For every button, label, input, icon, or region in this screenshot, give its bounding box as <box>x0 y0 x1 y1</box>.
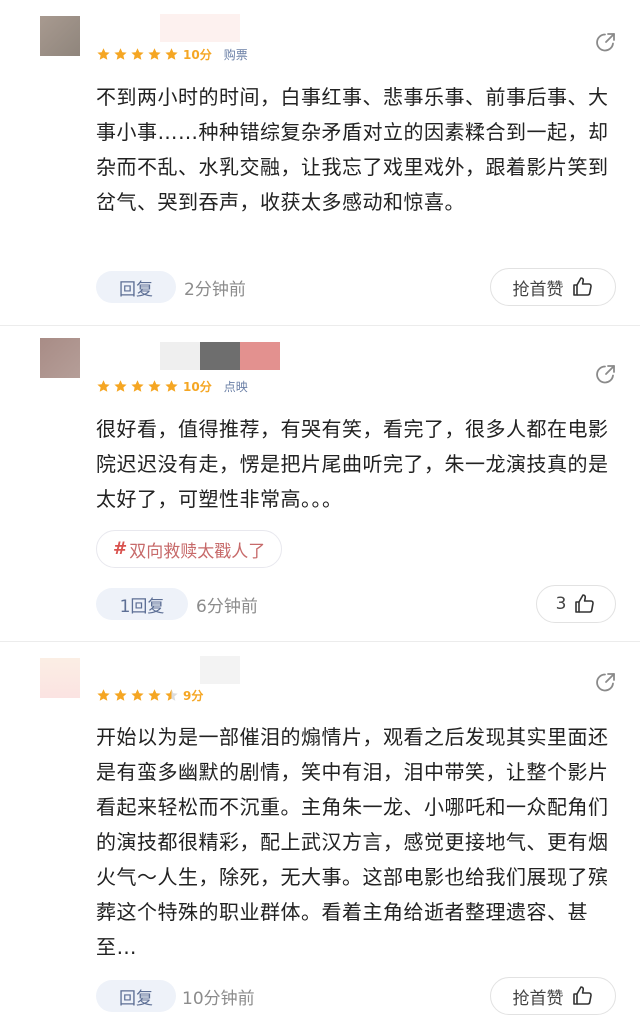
star-icon <box>131 688 144 701</box>
username-blurred[interactable] <box>200 656 240 684</box>
avatar[interactable] <box>40 16 80 56</box>
star-icon <box>148 379 161 392</box>
username-blurred[interactable] <box>160 14 240 42</box>
star-icon <box>148 47 161 60</box>
rating-row: 10分 点映 <box>96 376 248 396</box>
star-icon <box>97 379 110 392</box>
comment-time: 10分钟前 <box>182 988 255 1009</box>
reply-button[interactable]: 回复 <box>96 271 176 303</box>
rating-row: 9分 <box>96 685 203 705</box>
score-label: 9分 <box>183 688 204 703</box>
avatar[interactable] <box>40 658 80 698</box>
topic-hashtag[interactable]: # 双向救赎太戳人了 <box>96 530 283 568</box>
like-button[interactable]: 抢首赞 <box>490 268 616 306</box>
star-icon <box>165 379 178 392</box>
share-icon[interactable] <box>594 362 618 386</box>
thumbs-up-icon <box>572 277 592 296</box>
like-label: 抢首赞 <box>512 279 564 300</box>
star-icon <box>114 379 127 392</box>
score-label: 10分 <box>183 47 212 62</box>
comment-text: 很好看，值得推荐，有哭有笑，看完了，很多人都在电影院迟迟没有走，愣是把片尾曲听完… <box>96 417 609 511</box>
comment-text: 不到两小时的时间，白事红事、悲事乐事、前事后事、大事小事……种种错综复杂矛盾对立… <box>96 85 609 214</box>
username-blurred[interactable] <box>160 342 280 370</box>
star-icon <box>148 688 161 701</box>
star-icon <box>97 688 110 701</box>
like-button[interactable]: 抢首赞 <box>490 977 616 1015</box>
score-label: 10分 <box>183 379 212 394</box>
comment-time: 6分钟前 <box>196 596 258 617</box>
star-rating <box>96 47 181 62</box>
reply-button[interactable]: 1回复 <box>96 588 188 620</box>
comment-time: 2分钟前 <box>184 279 246 300</box>
comment-card: 9分 开始以为是一部催泪的煽情片，观看之后发现其实里面还是有蛮多幽默的剧情，笑中… <box>0 642 640 1017</box>
comment-text: 开始以为是一部催泪的煽情片，观看之后发现其实里面还是有蛮多幽默的剧情，笑中有泪，… <box>96 725 609 959</box>
reply-button[interactable]: 回复 <box>96 980 176 1012</box>
star-icon <box>97 47 110 60</box>
share-icon[interactable] <box>594 30 618 54</box>
like-button[interactable]: 3 <box>536 585 616 623</box>
star-rating <box>96 379 181 394</box>
like-count: 3 <box>555 594 567 614</box>
comment-card: 10分 点映 很好看，值得推荐，有哭有笑，看完了，很多人都在电影院迟迟没有走，愣… <box>0 326 640 641</box>
thumbs-up-icon <box>575 594 595 613</box>
comment-card: 10分 购票 不到两小时的时间，白事红事、悲事乐事、前事后事、大事小事……种种错… <box>0 0 640 325</box>
star-rating <box>96 688 181 703</box>
avatar[interactable] <box>40 338 80 378</box>
star-icon <box>114 47 127 60</box>
share-icon[interactable] <box>594 670 618 694</box>
star-icon <box>131 379 144 392</box>
star-icon <box>131 47 144 60</box>
star-icon <box>165 47 178 60</box>
source-tag: 点映 <box>223 379 248 394</box>
star-icon <box>114 688 127 701</box>
hashtag-label: 双向救赎太戳人了 <box>129 541 266 562</box>
hash-icon: # <box>113 539 128 559</box>
source-tag: 购票 <box>223 47 248 62</box>
star-icon <box>165 688 178 701</box>
rating-row: 10分 购票 <box>96 44 248 64</box>
like-label: 抢首赞 <box>512 988 564 1009</box>
thumbs-up-icon <box>572 986 592 1005</box>
